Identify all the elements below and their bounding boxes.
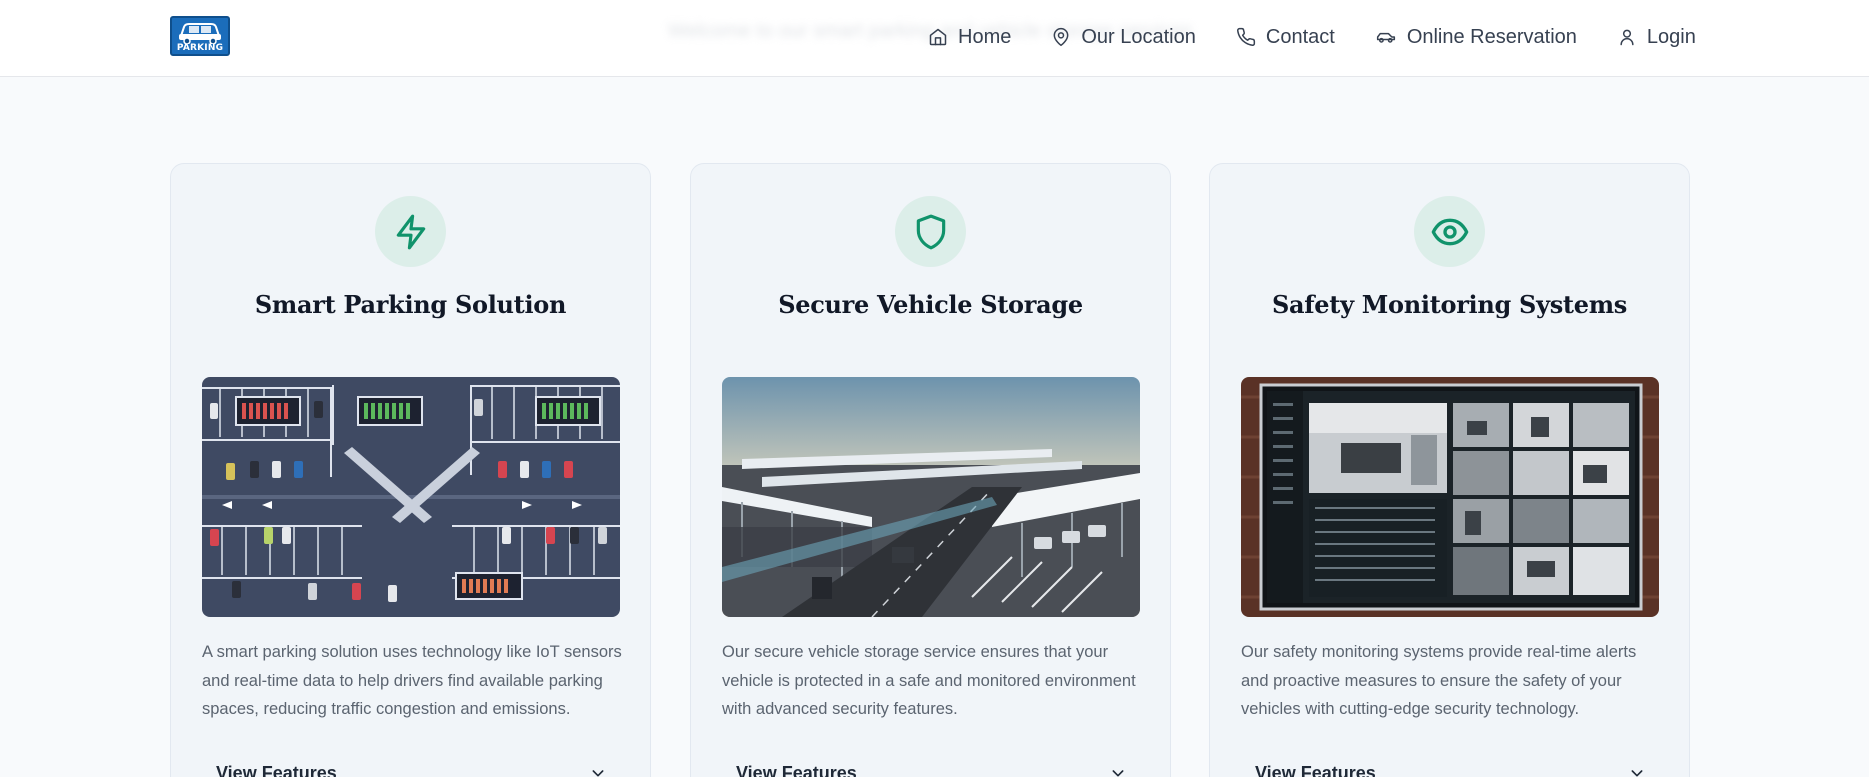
feature-card-smart-parking: Smart Parking Solution A smart parking s… (170, 163, 651, 777)
secure-storage-image (722, 377, 1140, 617)
nav-online-reservation-label: Online Reservation (1406, 25, 1577, 48)
map-pin-icon (1053, 27, 1069, 47)
chevron-down-icon (592, 770, 604, 777)
nav-login-label: Login (1646, 25, 1696, 48)
nav-contact-label: Contact (1265, 25, 1335, 48)
parking-logo[interactable]: PARKING (170, 16, 230, 56)
card-icon-badge (375, 196, 446, 267)
safety-monitoring-image (1241, 377, 1659, 617)
view-features-label: View Features (1255, 762, 1376, 777)
card-description: Our secure vehicle storage service ensur… (722, 643, 1136, 718)
car-icon (1376, 32, 1395, 43)
card-icon-badge (895, 196, 966, 267)
nav-login[interactable]: Login (1617, 22, 1696, 52)
phone-icon (1236, 27, 1255, 46)
main-nav: Home Our Location Contact Online Reserva… (928, 22, 1696, 52)
feature-card-secure-storage: Secure Vehicle Storage Our secure vehicl… (690, 163, 1171, 777)
card-icon-badge (1414, 196, 1485, 267)
card-title: Secure Vehicle Storage (778, 290, 1083, 319)
chevron-down-icon (1631, 770, 1643, 777)
home-icon (929, 28, 947, 46)
nav-online-reservation[interactable]: Online Reservation (1375, 22, 1577, 52)
view-features-toggle[interactable]: View Features (1241, 758, 1659, 777)
logo-text: PARKING (176, 43, 224, 53)
card-title: Safety Monitoring Systems (1272, 290, 1627, 319)
feature-card-safety-monitoring: Safety Monitoring Systems Our safety mon… (1209, 163, 1690, 777)
nav-our-location[interactable]: Our Location (1051, 22, 1196, 52)
shield-icon (916, 214, 945, 249)
car-logo-icon (179, 23, 221, 44)
nav-contact[interactable]: Contact (1236, 22, 1335, 52)
user-icon (1620, 29, 1634, 46)
nav-home[interactable]: Home (928, 22, 1011, 52)
card-description: Our safety monitoring systems provide re… (1241, 643, 1637, 718)
nav-home-label: Home (958, 25, 1012, 48)
lightning-icon (396, 214, 425, 249)
card-description: A smart parking solution uses technology… (202, 643, 622, 718)
top-navbar: Welcome to our smart parking and vehicle… (0, 0, 1869, 77)
card-title: Smart Parking Solution (254, 290, 567, 319)
view-features-label: View Features (216, 762, 337, 777)
smart-parking-image (202, 377, 620, 617)
view-features-label: View Features (736, 762, 857, 777)
chevron-down-icon (1112, 770, 1124, 777)
eye-icon (1431, 218, 1468, 245)
nav-our-location-label: Our Location (1081, 25, 1196, 48)
view-features-toggle[interactable]: View Features (202, 758, 620, 777)
view-features-toggle[interactable]: View Features (722, 758, 1140, 777)
